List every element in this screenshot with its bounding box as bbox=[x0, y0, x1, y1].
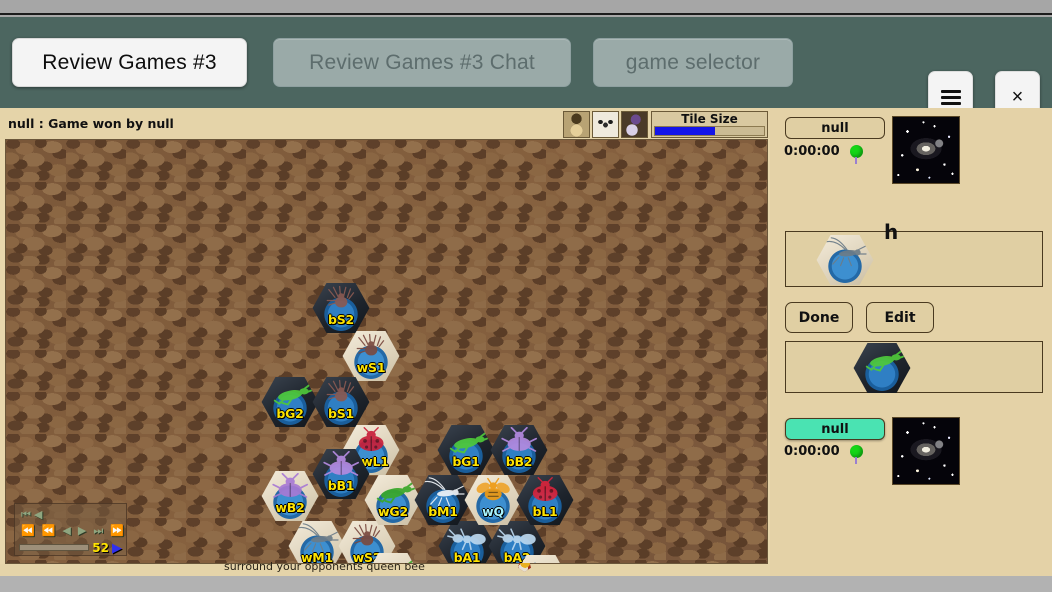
player-top-status-pin-icon bbox=[849, 145, 863, 164]
hive-tile[interactable]: bS1 bbox=[312, 377, 370, 427]
hive-tile[interactable]: wM1 bbox=[288, 521, 346, 564]
close-icon: × bbox=[1011, 86, 1024, 108]
playback-row-progress: 52 ▶ bbox=[19, 540, 122, 555]
coin-toggle-icon[interactable] bbox=[563, 111, 590, 138]
hive-tile-label: bG1 bbox=[452, 454, 480, 469]
bug-glyph bbox=[593, 112, 618, 137]
player-top-name: null bbox=[821, 120, 849, 136]
window-bottom-strip bbox=[0, 576, 1052, 592]
hive-tile[interactable]: bM1 bbox=[414, 475, 472, 525]
tile-size-slider[interactable] bbox=[654, 126, 765, 136]
player-top-clock-row: 0:00:00 bbox=[784, 144, 863, 164]
playback-row-main: ⏪ ⏪ ◀ ▶ ⏭ ⏩ bbox=[19, 523, 124, 540]
coin-glyph bbox=[564, 112, 589, 137]
player-top-tile-rack[interactable] bbox=[785, 231, 1043, 287]
player-bottom-status-pin-icon bbox=[849, 445, 863, 464]
hive-tile[interactable]: wG2 bbox=[364, 475, 422, 525]
done-button-label: Done bbox=[798, 309, 840, 326]
tile-size-label: Tile Size bbox=[681, 112, 738, 126]
hive-tile-label: bL1 bbox=[532, 504, 558, 519]
hive-tile-label: wB2 bbox=[275, 500, 305, 515]
hive-tile-label: bS2 bbox=[327, 312, 355, 327]
prev-move-icon[interactable]: ⏪ bbox=[42, 526, 56, 537]
hive-tile-label: bB2 bbox=[505, 454, 533, 469]
hive-tile[interactable]: bG1 bbox=[437, 425, 495, 475]
tile-size-control[interactable]: Tile Size bbox=[651, 111, 768, 138]
app-window: Review Games #3 Review Games #3 Chat gam… bbox=[0, 0, 1052, 592]
done-button[interactable]: Done bbox=[785, 302, 853, 333]
edit-button-label: Edit bbox=[884, 309, 916, 326]
board-toolbar bbox=[563, 111, 648, 138]
hive-tile-label: wS1 bbox=[356, 360, 386, 375]
player-top-clock: 0:00:00 bbox=[784, 144, 840, 159]
hive-tile-label: bM1 bbox=[428, 504, 458, 519]
playback-progress-bar[interactable] bbox=[19, 544, 90, 551]
playback-controls[interactable]: ⏮ ◀ ⏪ ⏪ ◀ ▶ ⏭ ⏩ 52 ▶ bbox=[14, 503, 127, 556]
partial-overflow-glyph: h bbox=[884, 220, 899, 244]
hive-tile[interactable] bbox=[853, 343, 911, 393]
grasshopper-icon bbox=[859, 345, 905, 377]
tab-label: game selector bbox=[625, 50, 761, 74]
move-number: 52 bbox=[92, 540, 109, 555]
grasshopper-icon bbox=[370, 555, 416, 563]
edit-button[interactable]: Edit bbox=[866, 302, 934, 333]
hive-tile[interactable]: bS2 bbox=[312, 283, 370, 333]
player-bottom-name-box[interactable]: null bbox=[785, 418, 885, 440]
player-bottom-clock: 0:00:00 bbox=[784, 444, 840, 459]
player-bottom-name: null bbox=[821, 421, 849, 437]
mosquito-icon bbox=[822, 237, 868, 269]
tab-game-selector[interactable]: game selector bbox=[593, 38, 793, 87]
player-top-avatar[interactable] bbox=[892, 116, 960, 184]
hive-tile[interactable] bbox=[816, 235, 874, 285]
fast-forward-icon[interactable]: ⏩ bbox=[110, 526, 124, 537]
hive-tile-label: wG2 bbox=[378, 504, 408, 519]
stack-glyph bbox=[622, 112, 647, 137]
tab-bar: Review Games #3 Review Games #3 Chat gam… bbox=[0, 17, 1052, 123]
hive-tile[interactable]: wQ bbox=[464, 475, 522, 525]
hive-tile[interactable]: bL1 bbox=[516, 475, 574, 525]
tile-size-fill bbox=[655, 127, 715, 135]
tab-label: Review Games #3 Chat bbox=[309, 50, 535, 74]
hive-tile-label: wM1 bbox=[300, 550, 334, 564]
hive-tile[interactable]: bG2 bbox=[261, 377, 319, 427]
tab-review-games[interactable]: Review Games #3 bbox=[12, 38, 247, 87]
hive-tile-label: bA1 bbox=[453, 550, 481, 564]
game-panel: null : Game won by null Tile Size ⏮ ◀ ⏪ bbox=[0, 108, 1052, 576]
forward-icon[interactable]: ▶ bbox=[78, 526, 86, 537]
next-move-icon[interactable]: ⏭ bbox=[93, 526, 103, 537]
back-icon[interactable]: ◀ bbox=[62, 526, 70, 537]
player-bottom-clock-row: 0:00:00 bbox=[784, 444, 863, 464]
playback-row-top: ⏮ ◀ bbox=[19, 507, 122, 523]
player-top-name-box[interactable]: null bbox=[785, 117, 885, 139]
hive-board[interactable]: ⏮ ◀ ⏪ ⏪ ◀ ▶ ⏭ ⏩ 52 ▶ bS2 bG2 bG1 bB2 wM1… bbox=[5, 139, 768, 564]
player-bottom-avatar[interactable] bbox=[892, 417, 960, 485]
player-sidebar: null 0:00:00 Done Edit null 0:00:00 bbox=[770, 108, 1052, 576]
bug-piece-icon[interactable] bbox=[592, 111, 619, 138]
hint-bar: surround your opponents queen bee bbox=[0, 558, 770, 576]
jump-start-icon[interactable]: ⏮ bbox=[21, 509, 31, 521]
hive-tile-label: bS1 bbox=[327, 406, 355, 421]
game-status-text: null : Game won by null bbox=[8, 116, 174, 131]
hive-tile[interactable]: wS1 bbox=[342, 331, 400, 381]
hamburger-icon bbox=[940, 87, 961, 108]
hive-tile-label: wQ bbox=[482, 504, 504, 519]
tab-review-games-chat[interactable]: Review Games #3 Chat bbox=[273, 38, 571, 87]
tile-stack-icon[interactable] bbox=[621, 111, 648, 138]
play-icon[interactable]: ▶ bbox=[112, 541, 122, 554]
hive-tile[interactable]: bB2 bbox=[490, 425, 548, 475]
hive-tile-label: bG2 bbox=[276, 406, 304, 421]
player-bottom-tile-rack[interactable] bbox=[785, 341, 1043, 393]
tab-label: Review Games #3 bbox=[42, 50, 217, 74]
window-top-strip bbox=[0, 0, 1052, 15]
hive-tile-label: bB1 bbox=[327, 478, 355, 493]
rewind-icon[interactable]: ⏪ bbox=[21, 526, 35, 537]
hive-tile[interactable]: bA1 bbox=[438, 521, 496, 564]
hive-tile[interactable]: wB2 bbox=[261, 471, 319, 521]
step-back-icon[interactable]: ◀ bbox=[34, 509, 42, 521]
